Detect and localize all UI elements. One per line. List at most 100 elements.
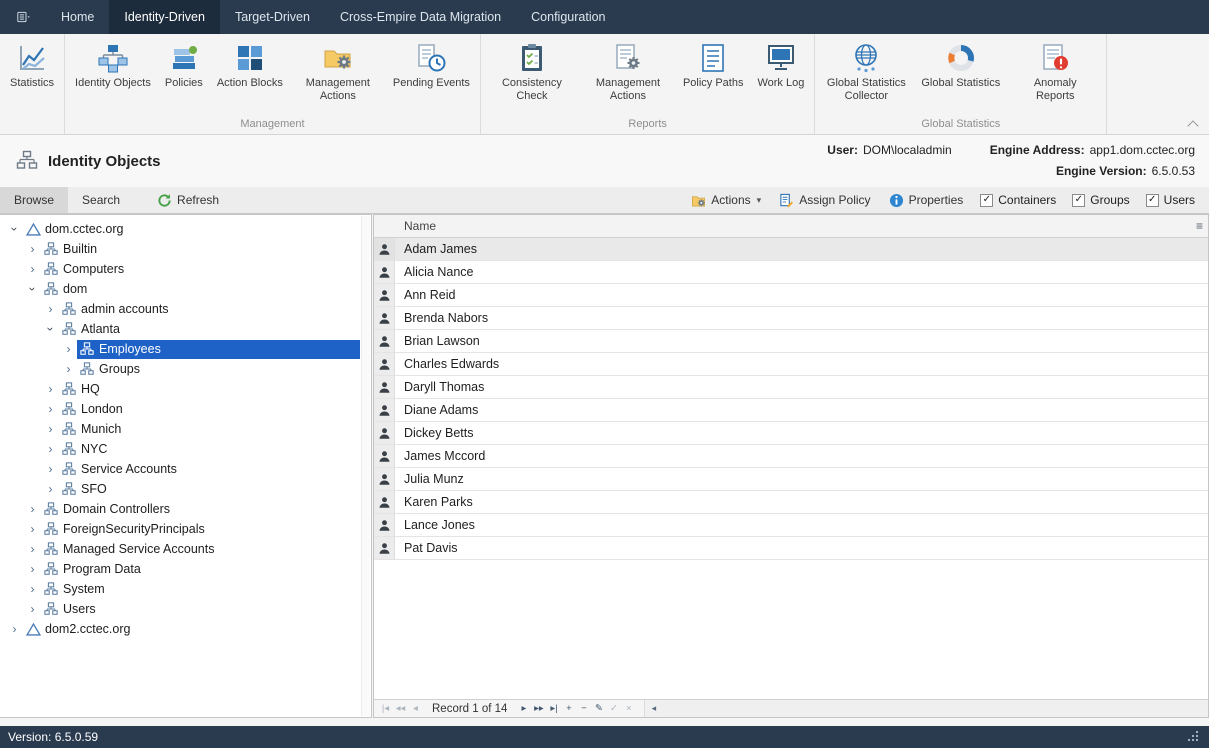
toolbar-tab-browse[interactable]: Browse bbox=[0, 187, 68, 213]
nav-append-icon[interactable]: + bbox=[561, 703, 576, 714]
chevron-down-icon[interactable]: › bbox=[45, 321, 57, 338]
chevron-right-icon[interactable]: › bbox=[24, 523, 41, 535]
collapse-ribbon-icon[interactable] bbox=[1187, 119, 1199, 129]
checkbox-users[interactable]: ✓Users bbox=[1138, 187, 1203, 213]
chevron-right-icon[interactable]: › bbox=[42, 423, 59, 435]
chevron-right-icon[interactable]: › bbox=[6, 623, 23, 635]
name-column-header[interactable]: Name bbox=[374, 219, 436, 233]
grid-row[interactable]: Adam James bbox=[374, 238, 1208, 261]
grid-row[interactable]: Ann Reid bbox=[374, 284, 1208, 307]
tree-item-atlanta[interactable]: ›Atlanta bbox=[0, 319, 360, 339]
scroll-left-icon[interactable]: ◂ bbox=[645, 703, 662, 714]
chevron-right-icon[interactable]: › bbox=[24, 603, 41, 615]
ribbon-button-anomaly-reports[interactable]: Anomaly Reports bbox=[1007, 38, 1103, 104]
chevron-right-icon[interactable]: › bbox=[42, 403, 59, 415]
nav-edit-icon[interactable]: ✎ bbox=[591, 703, 606, 714]
chevron-right-icon[interactable]: › bbox=[24, 583, 41, 595]
chevron-right-icon[interactable]: › bbox=[24, 263, 41, 275]
ribbon-button-policy-paths[interactable]: Policy Paths bbox=[676, 38, 751, 92]
tree-item-employees[interactable]: ›Employees bbox=[0, 339, 360, 359]
nav-next-icon[interactable]: ▸ bbox=[516, 703, 531, 714]
grid-row[interactable]: Lance Jones bbox=[374, 514, 1208, 537]
chevron-right-icon[interactable]: › bbox=[24, 563, 41, 575]
scrollbar-track[interactable] bbox=[662, 700, 1208, 717]
nav-next-page-icon[interactable]: ▸▸ bbox=[531, 703, 546, 714]
tree-item-domain-controllers[interactable]: ›Domain Controllers bbox=[0, 499, 360, 519]
grid-row[interactable]: Brenda Nabors bbox=[374, 307, 1208, 330]
resize-grip-icon[interactable] bbox=[1187, 731, 1199, 743]
chevron-right-icon[interactable]: › bbox=[42, 383, 59, 395]
grid-row[interactable]: Daryll Thomas bbox=[374, 376, 1208, 399]
tree-item-dom2-cctec-org[interactable]: ›dom2.cctec.org bbox=[0, 619, 360, 639]
column-menu-icon[interactable]: ≡ bbox=[1196, 219, 1203, 233]
checkbox-groups[interactable]: ✓Groups bbox=[1064, 187, 1137, 213]
ribbon-button-statistics[interactable]: Statistics bbox=[3, 38, 61, 92]
ribbon-button-policies[interactable]: Policies bbox=[158, 38, 210, 92]
tree-item-nyc[interactable]: ›NYC bbox=[0, 439, 360, 459]
tree-item-computers[interactable]: ›Computers bbox=[0, 259, 360, 279]
menu-tab-cross-empire-data-migration[interactable]: Cross-Empire Data Migration bbox=[325, 0, 516, 34]
refresh-button[interactable]: Refresh bbox=[148, 187, 228, 213]
chevron-right-icon[interactable]: › bbox=[24, 243, 41, 255]
tree-item-london[interactable]: ›London bbox=[0, 399, 360, 419]
tree-item-dom[interactable]: ›dom bbox=[0, 279, 360, 299]
properties-button[interactable]: Properties bbox=[880, 187, 973, 213]
grid-row[interactable]: James Mccord bbox=[374, 445, 1208, 468]
tree-item-foreignsecurityprincipals[interactable]: ›ForeignSecurityPrincipals bbox=[0, 519, 360, 539]
tree-vertical-scrollbar[interactable] bbox=[361, 216, 370, 716]
tree-item-admin-accounts[interactable]: ›admin accounts bbox=[0, 299, 360, 319]
tree-item-managed-service-accounts[interactable]: ›Managed Service Accounts bbox=[0, 539, 360, 559]
chevron-down-icon[interactable]: › bbox=[27, 281, 39, 298]
chevron-right-icon[interactable]: › bbox=[60, 343, 77, 355]
menu-tab-target-driven[interactable]: Target-Driven bbox=[220, 0, 325, 34]
grid-row[interactable]: Alicia Nance bbox=[374, 261, 1208, 284]
tree-item-service-accounts[interactable]: ›Service Accounts bbox=[0, 459, 360, 479]
tree-item-groups[interactable]: ›Groups bbox=[0, 359, 360, 379]
ribbon-button-global-statistics-collector[interactable]: Global Statistics Collector bbox=[818, 38, 914, 104]
nav-last-icon[interactable]: ▸| bbox=[546, 703, 561, 714]
nav-delete-icon[interactable]: − bbox=[576, 703, 591, 714]
ribbon-button-work-log[interactable]: Work Log bbox=[750, 38, 811, 92]
chevron-right-icon[interactable]: › bbox=[42, 483, 59, 495]
ribbon-button-action-blocks[interactable]: Action Blocks bbox=[210, 38, 290, 92]
menu-tab-home[interactable]: Home bbox=[46, 0, 109, 34]
horizontal-scrollbar[interactable]: ◂ bbox=[644, 700, 1208, 717]
chevron-down-icon[interactable]: › bbox=[9, 221, 21, 238]
tree-item-munich[interactable]: ›Munich bbox=[0, 419, 360, 439]
grid-row[interactable]: Diane Adams bbox=[374, 399, 1208, 422]
chevron-right-icon[interactable]: › bbox=[60, 363, 77, 375]
grid-row[interactable]: Dickey Betts bbox=[374, 422, 1208, 445]
menu-tab-configuration[interactable]: Configuration bbox=[516, 0, 620, 34]
chevron-right-icon[interactable]: › bbox=[42, 463, 59, 475]
ribbon-button-pending-events[interactable]: Pending Events bbox=[386, 38, 477, 92]
tree-item-system[interactable]: ›System bbox=[0, 579, 360, 599]
ribbon-button-management-actions[interactable]: Management Actions bbox=[290, 38, 386, 104]
grid-column-header[interactable]: Name ≡ bbox=[374, 215, 1208, 238]
grid-row[interactable]: Charles Edwards bbox=[374, 353, 1208, 376]
tree-item-users[interactable]: ›Users bbox=[0, 599, 360, 619]
ribbon-button-consistency-check[interactable]: Consistency Check bbox=[484, 38, 580, 104]
chevron-right-icon[interactable]: › bbox=[42, 443, 59, 455]
tree-item-builtin[interactable]: ›Builtin bbox=[0, 239, 360, 259]
actions-button[interactable]: Actions ▾ bbox=[682, 187, 770, 213]
container-icon bbox=[42, 562, 60, 576]
app-menu-button[interactable] bbox=[0, 0, 46, 34]
tree-item-program-data[interactable]: ›Program Data bbox=[0, 559, 360, 579]
chevron-right-icon[interactable]: › bbox=[24, 503, 41, 515]
tree-item-dom-cctec-org[interactable]: ›dom.cctec.org bbox=[0, 219, 360, 239]
tree-item-hq[interactable]: ›HQ bbox=[0, 379, 360, 399]
ribbon-button-management-actions[interactable]: Management Actions bbox=[580, 38, 676, 104]
menu-tab-identity-driven[interactable]: Identity-Driven bbox=[109, 0, 220, 34]
grid-row[interactable]: Pat Davis bbox=[374, 537, 1208, 560]
assign-policy-button[interactable]: Assign Policy bbox=[770, 187, 879, 213]
chevron-right-icon[interactable]: › bbox=[42, 303, 59, 315]
toolbar-tab-search[interactable]: Search bbox=[68, 187, 134, 213]
checkbox-containers[interactable]: ✓Containers bbox=[972, 187, 1064, 213]
ribbon-button-identity-objects[interactable]: Identity Objects bbox=[68, 38, 158, 92]
chevron-right-icon[interactable]: › bbox=[24, 543, 41, 555]
tree-item-sfo[interactable]: ›SFO bbox=[0, 479, 360, 499]
grid-row[interactable]: Brian Lawson bbox=[374, 330, 1208, 353]
grid-row[interactable]: Karen Parks bbox=[374, 491, 1208, 514]
ribbon-button-global-statistics[interactable]: Global Statistics bbox=[914, 38, 1007, 92]
grid-row[interactable]: Julia Munz bbox=[374, 468, 1208, 491]
